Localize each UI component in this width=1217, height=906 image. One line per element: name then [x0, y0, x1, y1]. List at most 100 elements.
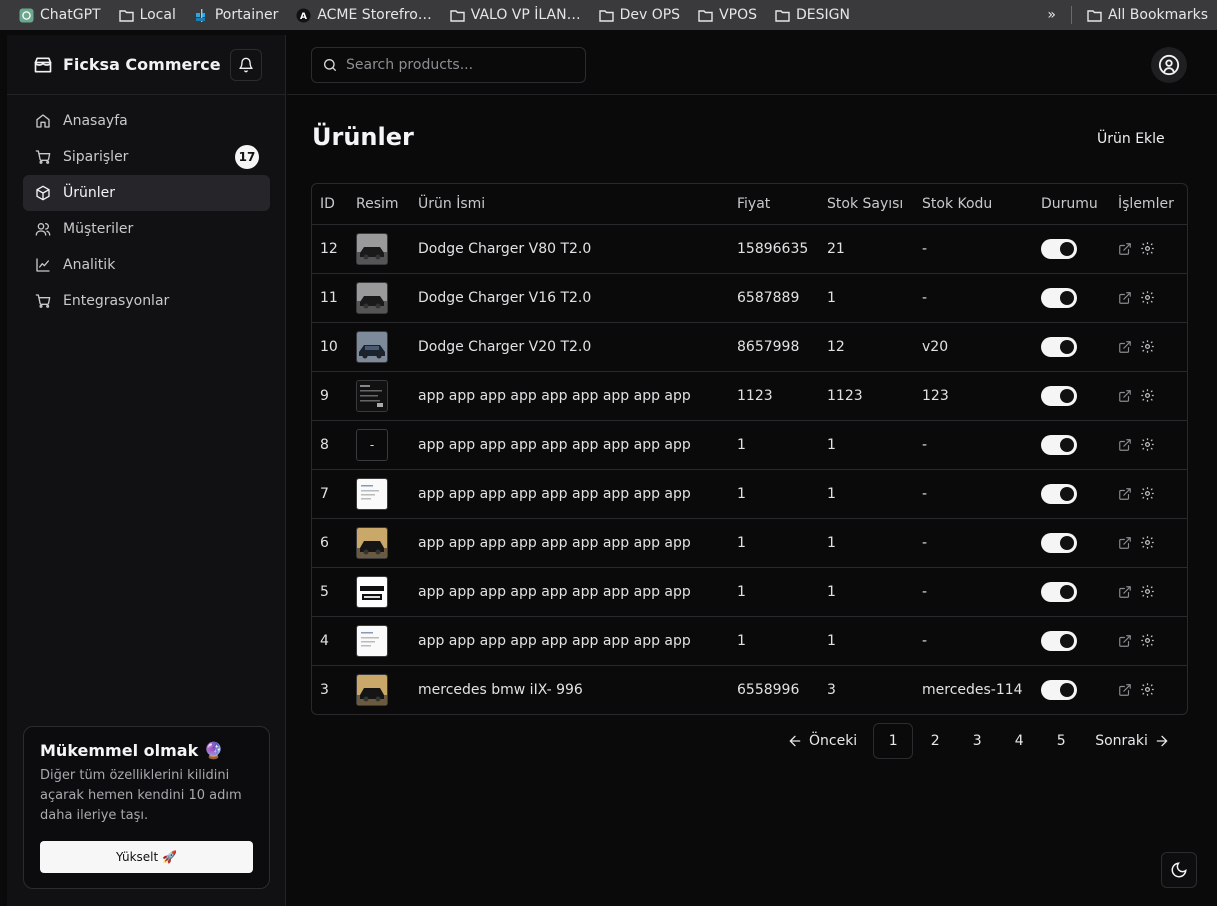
cart-icon — [35, 293, 51, 309]
notifications-button[interactable] — [230, 49, 262, 81]
gear-icon[interactable] — [1140, 584, 1155, 599]
cell-price: 15896635 — [737, 224, 827, 274]
external-link-icon[interactable] — [1118, 634, 1132, 648]
product-thumbnail[interactable]: - — [356, 428, 388, 461]
bell-icon — [238, 57, 254, 73]
status-toggle[interactable] — [1041, 630, 1077, 651]
cell-stock: 1123 — [827, 371, 922, 421]
bookmark-1[interactable]: Local — [110, 7, 185, 23]
product-thumbnail[interactable] — [356, 526, 388, 559]
product-thumbnail[interactable] — [356, 330, 388, 363]
external-link-icon[interactable] — [1118, 585, 1132, 599]
cell-stock-code: v20 — [922, 322, 1041, 372]
bookmark-0[interactable]: ChatGPT — [10, 7, 110, 23]
bookmarks-bar: ChatGPT Local Portainer A ACME Storefro… VALO… — [0, 0, 1217, 30]
col-header-price: Fiyat — [737, 184, 827, 225]
theme-toggle-button[interactable] — [1161, 852, 1197, 888]
status-toggle[interactable] — [1041, 581, 1077, 602]
bookmark-2[interactable]: Portainer — [185, 7, 287, 23]
status-toggle[interactable] — [1041, 238, 1077, 259]
bookmarks-list: ChatGPT Local Portainer A ACME Storefro… VALO… — [0, 7, 859, 23]
cell-price: 1 — [737, 567, 827, 617]
external-link-icon[interactable] — [1118, 291, 1132, 305]
status-toggle[interactable] — [1041, 679, 1077, 700]
sidebar-item-4[interactable]: Analitik — [23, 247, 270, 283]
status-toggle[interactable] — [1041, 483, 1077, 504]
gear-icon[interactable] — [1140, 633, 1155, 648]
product-thumbnail[interactable] — [356, 575, 388, 608]
external-link-icon[interactable] — [1118, 340, 1132, 354]
previous-page-button[interactable]: Önceki — [787, 733, 857, 749]
sidebar-item-label: Entegrasyonlar — [63, 293, 170, 309]
bookmark-7[interactable]: DESIGN — [766, 7, 859, 23]
cell-id: 3 — [320, 681, 329, 698]
product-thumbnail[interactable] — [356, 281, 388, 314]
page-5-button[interactable]: 5 — [1041, 723, 1081, 759]
external-link-icon[interactable] — [1118, 487, 1132, 501]
folder-icon — [775, 8, 790, 23]
users-icon — [35, 221, 51, 237]
product-thumbnail[interactable] — [356, 673, 388, 706]
gear-icon[interactable] — [1140, 437, 1155, 452]
page-4-button[interactable]: 4 — [999, 723, 1039, 759]
col-header-status: Durumu — [1041, 184, 1118, 225]
gear-icon[interactable] — [1140, 682, 1155, 697]
search-input[interactable] — [346, 57, 566, 73]
cell-stock: 1 — [827, 469, 922, 519]
table-row: 10 Dodge Charger V20 T2.0 8657998 12 v20 — [312, 322, 1187, 372]
user-menu-button[interactable] — [1151, 47, 1187, 83]
external-link-icon[interactable] — [1118, 389, 1132, 403]
external-link-icon[interactable] — [1118, 242, 1132, 256]
gear-icon[interactable] — [1140, 339, 1155, 354]
bookmark-5[interactable]: Dev OPS — [590, 7, 689, 23]
col-header-image: Resim — [356, 184, 418, 225]
product-thumbnail[interactable] — [356, 232, 388, 265]
status-toggle[interactable] — [1041, 385, 1077, 406]
cell-stock: 21 — [827, 224, 922, 274]
sidebar-item-1[interactable]: Siparişler 17 — [23, 139, 270, 175]
cell-id: 9 — [312, 371, 356, 421]
pagination: Önceki 12345 Sonraki — [787, 723, 1187, 759]
bookmarks-more-button[interactable]: » — [1038, 7, 1065, 23]
next-page-button[interactable]: Sonraki — [1095, 733, 1170, 749]
portainer-icon — [194, 8, 209, 23]
product-thumbnail[interactable] — [356, 379, 388, 412]
sidebar-item-5[interactable]: Entegrasyonlar — [23, 283, 270, 319]
gear-icon[interactable] — [1140, 388, 1155, 403]
external-link-icon[interactable] — [1118, 683, 1132, 697]
product-thumbnail[interactable] — [356, 477, 388, 510]
gear-icon[interactable] — [1140, 535, 1155, 550]
sidebar-item-2[interactable]: Ürünler — [23, 175, 270, 211]
search-box[interactable] — [311, 47, 586, 83]
cell-stock-code: - — [922, 567, 1041, 617]
all-bookmarks-button[interactable]: All Bookmarks — [1078, 7, 1217, 23]
bookmark-6[interactable]: VPOS — [689, 7, 766, 23]
topbar — [287, 35, 1217, 95]
bookmark-3[interactable]: A ACME Storefro… — [287, 7, 440, 23]
cell-id: 5 — [312, 567, 356, 617]
page-1-button[interactable]: 1 — [873, 723, 914, 759]
package-icon — [35, 185, 51, 201]
cell-stock: 12 — [827, 322, 922, 372]
sidebar-nav: Anasayfa Siparişler 17 Ürünler Müşteriler Ana… — [23, 103, 270, 319]
bookmark-4[interactable]: VALO VP İLAN… — [441, 7, 590, 23]
status-toggle[interactable] — [1041, 532, 1077, 553]
external-link-icon[interactable] — [1118, 536, 1132, 550]
sidebar-item-label: Anasayfa — [63, 113, 128, 129]
gear-icon[interactable] — [1140, 486, 1155, 501]
external-link-icon[interactable] — [1118, 438, 1132, 452]
products-table: ID Resim Ürün İsmi Fiyat Stok Sayısı Sto… — [311, 183, 1188, 715]
page-2-button[interactable]: 2 — [915, 723, 955, 759]
upgrade-button[interactable]: Yükselt 🚀 — [40, 841, 253, 873]
add-product-button[interactable]: Ürün Ekle — [1097, 131, 1165, 147]
sidebar: Ficksa Commerce Anasayfa Siparişler 17 Ürün… — [7, 35, 286, 906]
status-toggle[interactable] — [1041, 434, 1077, 455]
product-thumbnail[interactable] — [356, 624, 388, 657]
page-3-button[interactable]: 3 — [957, 723, 997, 759]
status-toggle[interactable] — [1041, 336, 1077, 357]
gear-icon[interactable] — [1140, 241, 1155, 256]
sidebar-item-3[interactable]: Müşteriler — [23, 211, 270, 247]
sidebar-item-0[interactable]: Anasayfa — [23, 103, 270, 139]
gear-icon[interactable] — [1140, 290, 1155, 305]
status-toggle[interactable] — [1041, 287, 1077, 308]
